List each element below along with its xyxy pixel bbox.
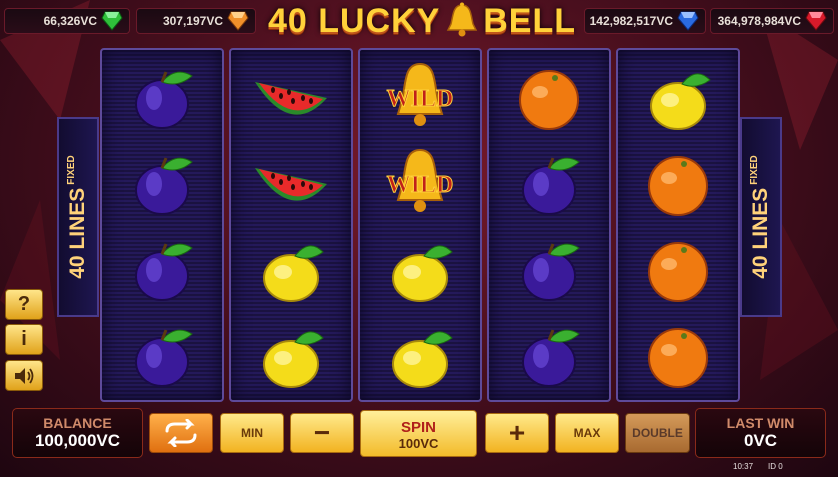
help-icon: ? <box>17 293 31 315</box>
jackpot-red: 364,978,984VC <box>710 8 834 34</box>
lemon-icon <box>360 312 480 400</box>
jackpot-blue: 142,982,517VC <box>584 8 706 34</box>
plum-icon <box>489 312 609 400</box>
svg-text:WILD: WILD <box>387 172 454 198</box>
orange-icon <box>618 226 738 314</box>
balance-value: 100,000VC <box>34 431 121 450</box>
balance-label: BALANCE <box>43 415 112 431</box>
min-bet-label: MIN <box>241 426 263 440</box>
autoplay-icon <box>165 419 197 447</box>
spin-label: SPIN <box>400 419 436 436</box>
lines-panel-right: 40 LINESFIXED <box>740 117 782 317</box>
plum-icon <box>102 226 222 314</box>
bell-icon <box>446 2 478 37</box>
orange-icon <box>618 312 738 400</box>
red-gem-icon <box>805 11 827 31</box>
wild-icon: WILD <box>360 54 480 142</box>
increase-bet-button[interactable]: + <box>485 413 549 453</box>
info-button[interactable]: i <box>5 324 43 355</box>
lemon-icon <box>231 312 351 400</box>
autoplay-button[interactable] <box>149 413 213 453</box>
speaker-icon <box>15 367 34 384</box>
blue-gem-icon <box>677 11 699 31</box>
plum-icon <box>489 140 609 228</box>
min-bet-button[interactable]: MIN <box>220 413 284 453</box>
session-id: ID 0 <box>768 462 783 471</box>
balance-box: BALANCE 100,000VC <box>12 408 143 458</box>
reel-3: WILD WILD <box>358 48 482 402</box>
help-button[interactable]: ? <box>5 289 43 320</box>
wild-icon: WILD <box>360 140 480 228</box>
jackpot-green-value: 66,326VC <box>43 14 97 28</box>
max-bet-label: MAX <box>573 426 601 440</box>
game-logo: 40 LUCKY BELL <box>262 2 582 46</box>
green-gem-icon <box>101 11 123 31</box>
lines-panel-left: 40 LINESFIXED <box>57 117 99 317</box>
watermelon-icon <box>231 140 351 228</box>
double-button[interactable]: DOUBLE <box>625 413 690 453</box>
plus-icon: + <box>508 417 526 448</box>
orange-gem-icon <box>227 11 249 31</box>
lemon-icon <box>618 54 738 142</box>
logo-text-left: 40 LUCKY <box>267 2 441 40</box>
jackpot-red-value: 364,978,984VC <box>717 14 801 28</box>
orange-icon <box>489 54 609 142</box>
plum-icon <box>489 226 609 314</box>
lines-label-left: 40 LINESFIXED <box>66 155 89 279</box>
logo-text-right: BELL <box>483 2 577 40</box>
info-icon: i <box>21 328 27 350</box>
lemon-icon <box>231 226 351 314</box>
bet-value: 100VC <box>398 436 439 451</box>
last-win-value: 0VC <box>743 431 778 450</box>
jackpot-blue-value: 142,982,517VC <box>589 14 673 28</box>
max-bet-button[interactable]: MAX <box>555 413 619 453</box>
reel-2 <box>229 48 353 402</box>
sound-button[interactable] <box>5 360 43 391</box>
last-win-box: LAST WIN 0VC <box>695 408 826 458</box>
decrease-bet-button[interactable]: − <box>290 413 354 453</box>
lines-label-right: 40 LINESFIXED <box>749 155 772 279</box>
plum-icon <box>102 54 222 142</box>
plum-icon <box>102 312 222 400</box>
jackpot-green: 66,326VC <box>4 8 130 34</box>
minus-icon: − <box>313 417 331 448</box>
orange-icon <box>618 140 738 228</box>
reel-1 <box>100 48 224 402</box>
double-label: DOUBLE <box>632 426 683 440</box>
watermelon-icon <box>231 54 351 142</box>
jackpot-orange-value: 307,197VC <box>162 14 223 28</box>
lemon-icon <box>360 226 480 314</box>
reel-5 <box>616 48 740 402</box>
svg-text:WILD: WILD <box>387 86 454 112</box>
clock: 10:37 <box>733 462 754 471</box>
jackpot-orange: 307,197VC <box>136 8 256 34</box>
last-win-label: LAST WIN <box>726 415 795 431</box>
spin-button[interactable]: SPIN 100VC <box>360 410 477 457</box>
plum-icon <box>102 140 222 228</box>
reel-4 <box>487 48 611 402</box>
